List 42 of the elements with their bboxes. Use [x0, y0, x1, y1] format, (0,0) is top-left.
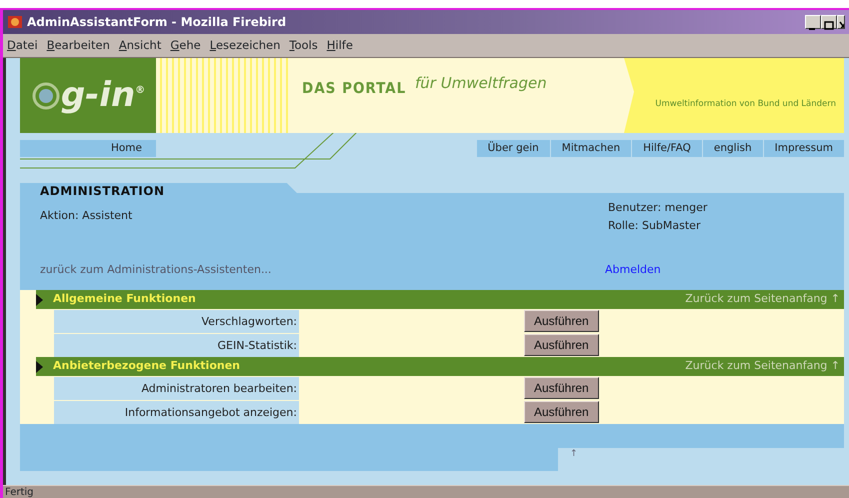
nav-link[interactable]: Mitmachen: [550, 140, 632, 157]
section-title: Allgemeine Funktionen: [53, 291, 196, 308]
triangle-icon: [36, 294, 43, 306]
execute-button[interactable]: Ausführen: [524, 401, 599, 423]
menu-item[interactable]: Tools: [289, 36, 318, 54]
back-link[interactable]: zurück zum Administrations-Assistenten...: [40, 262, 272, 278]
maximize-icon[interactable]: [821, 15, 837, 29]
admin-heading: ADMINISTRATION: [40, 183, 164, 200]
globe-icon: [30, 80, 61, 110]
portal-title: DAS PORTAL: [302, 78, 406, 99]
user-text: Benutzer: menger: [608, 200, 708, 216]
portal-subtitle: für Umweltfragen: [415, 73, 547, 94]
close-icon[interactable]: [837, 15, 845, 29]
nav-link[interactable]: Über gein: [476, 140, 550, 157]
function-label: Verschlagworten:: [54, 310, 299, 333]
section-title: Anbieterbezogene Funktionen: [53, 358, 240, 374]
menu-item[interactable]: Datei: [7, 36, 38, 54]
logout-link[interactable]: Abmelden: [605, 262, 661, 278]
nav-link[interactable]: Home: [20, 140, 156, 157]
function-label: GEIN-Statistik:: [54, 334, 299, 357]
role-text: Rolle: SubMaster: [608, 218, 700, 234]
nav-link[interactable]: Hilfe/FAQ: [631, 140, 702, 157]
menu-item[interactable]: Bearbeiten: [46, 36, 110, 54]
menu-item[interactable]: Gehe: [170, 36, 201, 54]
nav-link[interactable]: english: [702, 140, 763, 157]
execute-button[interactable]: Ausführen: [524, 310, 599, 332]
menu-item[interactable]: Lesezeichen: [210, 36, 280, 54]
up-arrow[interactable]: ↑: [558, 448, 578, 471]
action-text: Aktion: Assistent: [40, 208, 132, 224]
logo: g-in$^{®}$: [20, 58, 156, 133]
window-title: AdminAssistantForm - Mozilla Firebird: [27, 14, 286, 31]
function-label: Administratoren bearbeiten:: [54, 377, 299, 400]
menu-item[interactable]: Ansicht: [118, 36, 162, 54]
triangle-icon: [36, 360, 43, 372]
menu-item[interactable]: Hilfe: [326, 36, 353, 54]
execute-button[interactable]: Ausführen: [524, 377, 599, 399]
app-icon: [7, 14, 23, 30]
function-label: Informationsangebot anzeigen:: [54, 401, 299, 424]
nav-link[interactable]: Impressum: [762, 140, 844, 157]
execute-button[interactable]: Ausführen: [524, 334, 599, 356]
status-text: Fertig: [3, 485, 849, 498]
tagline: Umweltinformation von Bund und Ländern: [655, 98, 836, 111]
